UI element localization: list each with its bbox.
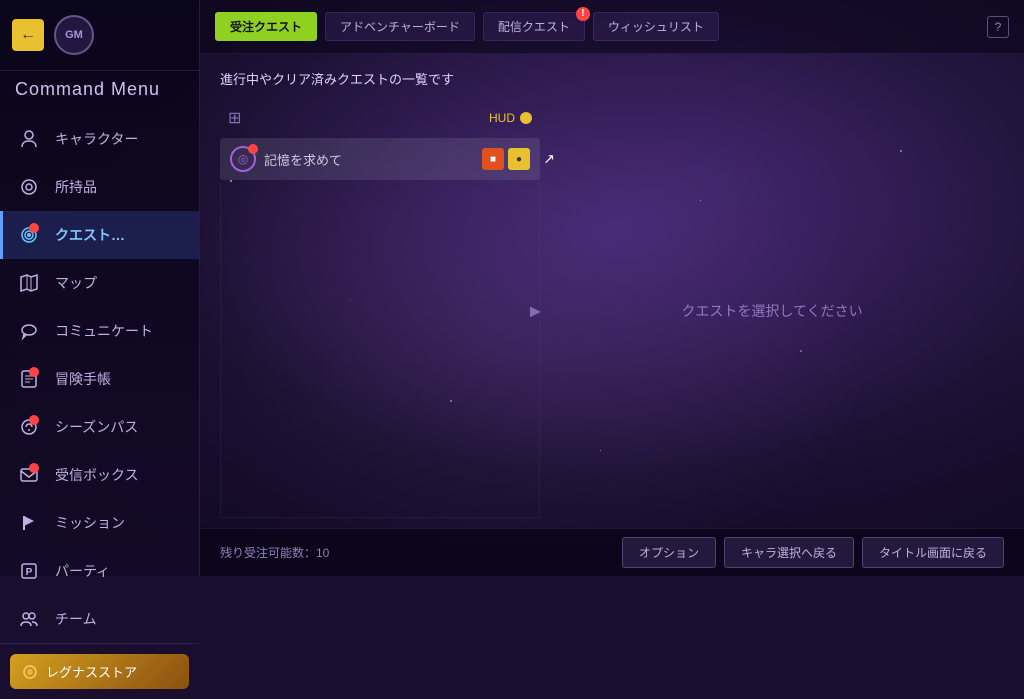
sidebar-item-label: 冒険手帳 — [55, 369, 111, 389]
square-button[interactable]: ■ — [482, 148, 504, 170]
bottom-buttons: オプション キャラ選択へ戻る タイトル画面に戻る — [622, 537, 1004, 568]
circle-button[interactable]: ● — [508, 148, 530, 170]
inbox-icon — [15, 461, 43, 489]
store-button[interactable]: レグナスストア — [10, 654, 189, 689]
sidebar-item-mission[interactable]: ミッション — [0, 499, 199, 547]
communicate-icon — [15, 317, 43, 345]
quest-panel: ⊞ HUD 記憶を求めて ■ ● — [220, 103, 1004, 518]
main-content: 受注クエスト アドベンチャーボード 配信クエスト ウィッシュリスト ? 進行中や… — [200, 0, 1024, 576]
sidebar: ← GM Command Menu キャラクター 所持品 — [0, 0, 200, 576]
map-icon — [15, 269, 43, 297]
sidebar-item-team[interactable]: チーム — [0, 595, 199, 643]
character-icon — [15, 125, 43, 153]
party-icon: P — [15, 557, 43, 585]
sidebar-item-map[interactable]: マップ — [0, 259, 199, 307]
svg-text:P: P — [26, 567, 33, 578]
quest-item-actions: ■ ● — [482, 148, 530, 170]
content-subtitle: 進行中やクリア済みクエストの一覧です — [220, 69, 1004, 88]
mission-icon — [15, 509, 43, 537]
inventory-icon — [15, 173, 43, 201]
chevron-right-icon: ▶ — [530, 302, 541, 319]
quest-items-container: 記憶を求めて ■ ● ↗ — [220, 138, 540, 183]
sidebar-item-season[interactable]: シーズンパス — [0, 403, 199, 451]
tab-wishlist[interactable]: ウィッシュリスト — [593, 12, 719, 41]
sidebar-item-inventory[interactable]: 所持品 — [0, 163, 199, 211]
sidebar-item-inbox[interactable]: 受信ボックス — [0, 451, 199, 499]
back-button[interactable]: ← — [12, 19, 44, 51]
sidebar-nav: キャラクター 所持品 クエスト… — [0, 115, 199, 643]
char-select-button[interactable]: キャラ選択へ戻る — [724, 537, 854, 568]
sidebar-item-quest[interactable]: クエスト… — [0, 211, 199, 259]
table-row[interactable]: 記憶を求めて ■ ● ↗ — [220, 138, 540, 180]
season-icon — [15, 413, 43, 441]
tab-delivery-quests[interactable]: 配信クエスト — [483, 12, 585, 41]
page-title: Command Menu — [0, 71, 199, 115]
option-button[interactable]: オプション — [622, 537, 716, 568]
sidebar-item-party[interactable]: P パーティ — [0, 547, 199, 595]
title-button[interactable]: タイトル画面に戻る — [862, 537, 1004, 568]
team-icon — [15, 605, 43, 633]
sidebar-item-character[interactable]: キャラクター — [0, 115, 199, 163]
quest-scroll-area[interactable] — [220, 183, 540, 518]
sidebar-item-communicate[interactable]: コミュニケート — [0, 307, 199, 355]
quest-list: ⊞ HUD 記憶を求めて ■ ● — [220, 103, 540, 518]
sidebar-header: ← GM — [0, 0, 199, 71]
sidebar-item-label: クエスト… — [55, 225, 125, 245]
hud-dot — [520, 112, 532, 124]
quest-count: 残り受注可能数：10 — [220, 544, 329, 561]
sidebar-item-label: コミュニケート — [55, 321, 153, 341]
tab-bar: 受注クエスト アドベンチャーボード 配信クエスト ウィッシュリスト ? — [200, 0, 1024, 54]
detail-placeholder: クエストを選択してください — [681, 301, 862, 321]
grid-icon: ⊞ — [228, 108, 241, 128]
sidebar-item-label: 受信ボックス — [55, 465, 139, 485]
sidebar-bottom: レグナスストア — [0, 643, 199, 699]
quest-icon — [15, 221, 43, 249]
sidebar-item-adventure[interactable]: 冒険手帳 — [0, 355, 199, 403]
bottom-bar: 残り受注可能数：10 オプション キャラ選択へ戻る タイトル画面に戻る — [200, 528, 1024, 576]
sidebar-item-label: マップ — [55, 273, 97, 293]
quest-list-header: ⊞ HUD — [220, 103, 540, 133]
sidebar-item-label: シーズンパス — [55, 417, 138, 437]
sidebar-item-label: 所持品 — [55, 177, 97, 197]
quest-item-icon — [230, 146, 256, 172]
sidebar-item-label: キャラクター — [55, 129, 138, 149]
logo: GM — [54, 15, 94, 55]
hud-label: HUD — [489, 111, 532, 125]
adventure-icon — [15, 365, 43, 393]
quest-detail: ▶ クエストを選択してください — [540, 103, 1004, 518]
quest-item-name: 記憶を求めて — [264, 150, 474, 169]
sidebar-item-label: チーム — [55, 609, 97, 629]
content-area: 進行中やクリア済みクエストの一覧です ⊞ HUD — [200, 54, 1024, 528]
tab-active-quests[interactable]: 受注クエスト — [215, 12, 317, 41]
tab-adventure-board[interactable]: アドベンチャーボード — [325, 12, 475, 41]
help-button[interactable]: ? — [987, 16, 1009, 38]
store-label: レグナスストア — [46, 662, 137, 681]
quest-badge — [248, 144, 258, 154]
sidebar-item-label: ミッション — [55, 513, 125, 533]
sidebar-item-label: パーティ — [55, 561, 110, 581]
